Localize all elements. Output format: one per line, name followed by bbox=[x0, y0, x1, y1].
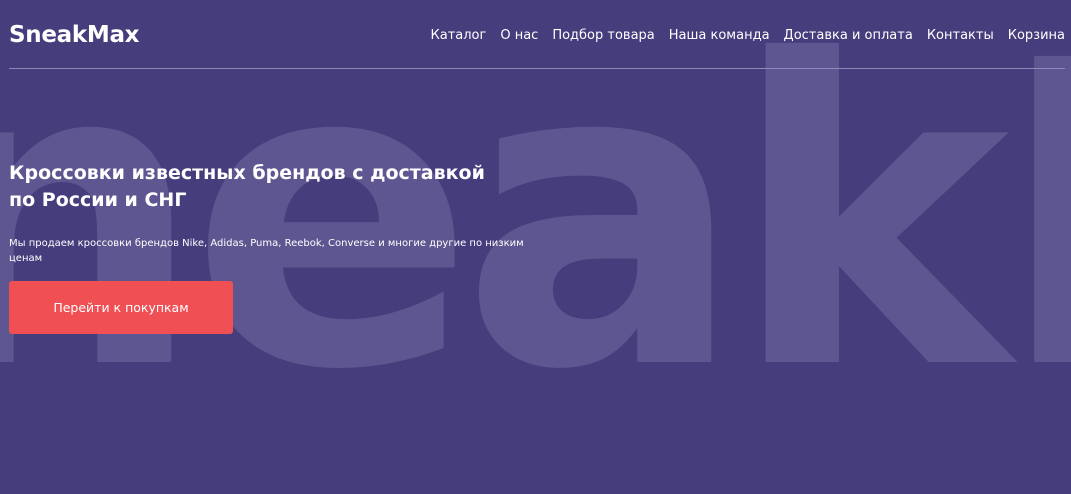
nav-item-product-selection[interactable]: Подбор товара bbox=[552, 28, 654, 43]
main-nav: Каталог О нас Подбор товара Наша команда… bbox=[431, 28, 1066, 43]
nav-item-about[interactable]: О нас bbox=[500, 28, 538, 43]
nav-item-team[interactable]: Наша команда bbox=[669, 28, 770, 43]
page: neakM SneakMax Каталог О нас Подбор това… bbox=[0, 0, 1071, 494]
nav-item-contacts[interactable]: Контакты bbox=[927, 28, 994, 43]
hero-description: Мы продаем кроссовки брендов Nike, Adida… bbox=[9, 238, 524, 264]
nav-item-delivery[interactable]: Доставка и оплата bbox=[784, 28, 913, 43]
nav-item-catalog[interactable]: Каталог bbox=[431, 28, 487, 43]
nav-item-cart[interactable]: Корзина bbox=[1008, 28, 1065, 43]
logo[interactable]: SneakMax bbox=[9, 22, 140, 48]
hero-title: Кроссовки известных брендов с доставкой … bbox=[9, 162, 485, 211]
hero-section: Кроссовки известных брендов с доставкой … bbox=[9, 160, 549, 266]
site-header: SneakMax Каталог О нас Подбор товара Наш… bbox=[9, 0, 1065, 69]
go-to-shopping-button[interactable]: Перейти к покупкам bbox=[9, 281, 233, 334]
